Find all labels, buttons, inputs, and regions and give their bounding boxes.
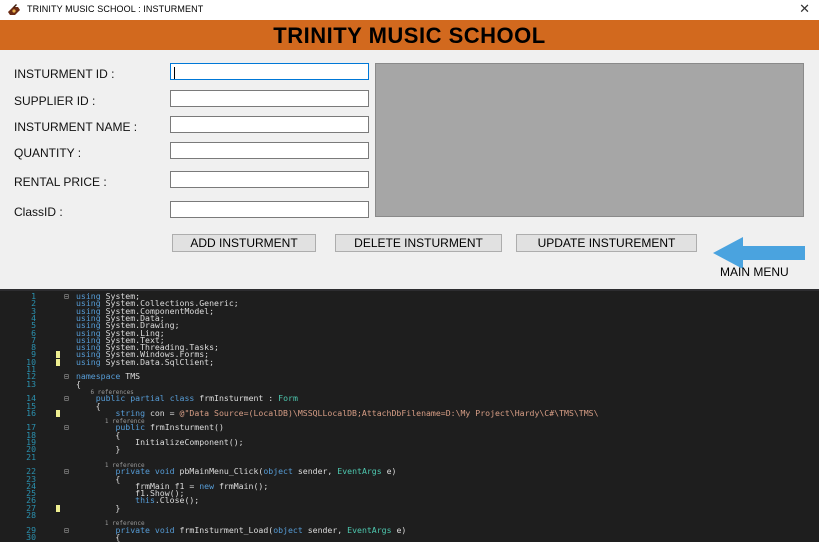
code-text: string con = @"Data Source=(LocalDB)\MSS…: [115, 407, 599, 418]
quantity-input[interactable]: [170, 142, 369, 159]
change-marker: [56, 351, 60, 359]
code-line[interactable]: 19 InitializeComponent();: [0, 438, 819, 447]
code-line[interactable]: 28: [0, 510, 819, 520]
banner-title: TRINITY MUSIC SCHOOL: [0, 20, 819, 50]
code-text: {: [76, 378, 81, 389]
code-line[interactable]: 17 ⊟ public frmInsturment(): [0, 423, 819, 432]
change-marker: [56, 409, 60, 417]
fold-toggle-icon[interactable]: ⊟: [64, 423, 69, 432]
change-marker: [56, 504, 60, 512]
instrument-name-label: INSTURMENT NAME :: [14, 120, 138, 134]
code-line[interactable]: 16 string con = @"Data Source=(LocalDB)\…: [0, 407, 819, 418]
fold-toggle-icon[interactable]: ⊟: [64, 525, 69, 534]
window-title: TRINITY MUSIC SCHOOL : INSTURMENT: [27, 4, 204, 14]
line-number: 30: [26, 531, 36, 542]
code-line[interactable]: 14 ⊟ public partial class frmInsturment :…: [0, 393, 819, 404]
code-text: }: [76, 444, 121, 455]
code-line[interactable]: 30 {: [0, 531, 819, 542]
quantity-label: QUANTITY :: [14, 146, 82, 160]
fold-toggle-icon[interactable]: ⊟: [64, 467, 69, 476]
application-window: TRINITY MUSIC SCHOOL : INSTURMENT ✕ TRIN…: [0, 0, 819, 289]
code-line[interactable]: 22 ⊟ private void pbMainMenu_Click(object…: [0, 466, 819, 477]
line-number: 16: [26, 407, 36, 418]
code-line[interactable]: 27 }: [0, 502, 819, 513]
code-line[interactable]: 29 ⊟ private void frmInsturment_Load(obje…: [0, 524, 819, 535]
supplier-id-label: SUPPLIER ID :: [14, 94, 96, 108]
instrument-name-input[interactable]: [170, 116, 369, 133]
code-line[interactable]: 26 this.Close();: [0, 496, 819, 505]
instrument-id-label: INSTURMENT ID :: [14, 67, 115, 81]
title-bar: TRINITY MUSIC SCHOOL : INSTURMENT ✕: [0, 0, 819, 20]
line-number: 28: [26, 510, 36, 520]
instrument-picture-box[interactable]: [375, 63, 804, 217]
line-number: 21: [26, 451, 36, 462]
code-text: private void frmInsturment_Load(object s…: [115, 524, 407, 535]
code-line[interactable]: 20 }: [0, 444, 819, 455]
delete-instrument-button[interactable]: DELETE INSTURMENT: [335, 234, 502, 252]
instrument-id-input[interactable]: [170, 63, 369, 80]
code-text: private void pbMainMenu_Click(object sen…: [115, 466, 397, 477]
close-icon[interactable]: ✕: [799, 1, 810, 17]
update-instrument-button[interactable]: UPDATE INSTUREMENT: [516, 234, 697, 252]
app-icon: [8, 4, 20, 15]
main-menu-label[interactable]: MAIN MENU: [720, 265, 789, 279]
code-editor[interactable]: 1 ⊟ using System; 2 using System.Collections…: [0, 291, 819, 542]
class-id-label: ClassID :: [14, 205, 63, 219]
line-number: 13: [26, 378, 36, 389]
code-text: public partial class frmInsturment : For…: [95, 393, 298, 404]
change-marker: [56, 358, 60, 366]
rental-price-label: RENTAL PRICE :: [14, 175, 107, 189]
code-line[interactable]: 13 {: [0, 378, 819, 389]
rental-price-input[interactable]: [170, 171, 369, 188]
code-line[interactable]: 21: [0, 451, 819, 462]
code-text: namespace TMS: [76, 371, 141, 382]
code-line[interactable]: 12 ⊟ namespace TMS: [0, 371, 819, 382]
code-text: using System.Data.SqlClient;: [76, 356, 215, 367]
text-caret: [174, 67, 175, 79]
code-text: }: [76, 502, 121, 513]
fold-toggle-icon[interactable]: ⊟: [64, 292, 69, 301]
class-id-input[interactable]: [170, 201, 369, 218]
fold-toggle-icon[interactable]: ⊟: [64, 372, 69, 381]
code-line[interactable]: 10 using System.Data.SqlClient;: [0, 356, 819, 367]
code-text: {: [76, 531, 121, 542]
supplier-id-input[interactable]: [170, 90, 369, 107]
fold-toggle-icon[interactable]: ⊟: [64, 394, 69, 403]
add-instrument-button[interactable]: ADD INSTURMENT: [172, 234, 316, 252]
